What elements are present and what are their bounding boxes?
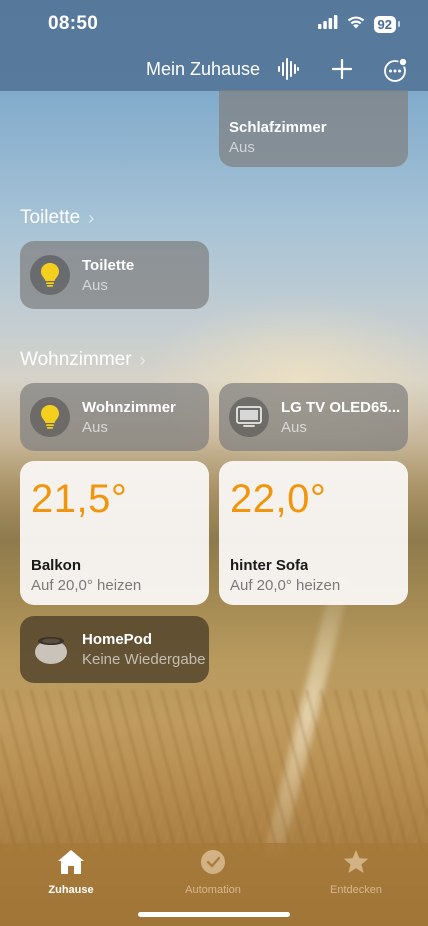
tile-status: Auf 20,0° heizen xyxy=(230,577,341,594)
tile-name: LG TV OLED65... xyxy=(281,399,401,416)
section-header-toilette[interactable]: Toilette › xyxy=(20,207,94,229)
tile-status: Auf 20,0° heizen xyxy=(31,577,142,594)
section-header-wohnzimmer[interactable]: Wohnzimmer › xyxy=(20,349,146,371)
tab-entdecken[interactable]: Entdecken xyxy=(306,848,406,896)
temperature-value: 21,5° xyxy=(31,477,128,521)
tab-label: Automation xyxy=(185,884,241,896)
tile-name: hinter Sofa xyxy=(230,557,309,574)
tile-name: Schlafzimmer xyxy=(229,119,327,136)
tab-bar: Zuhause Automation Entdecken xyxy=(0,843,428,926)
more-options-icon[interactable] xyxy=(383,57,409,83)
tab-automation[interactable]: Automation xyxy=(163,848,263,896)
page-title: Mein Zuhause xyxy=(146,59,261,79)
tab-label: Zuhause xyxy=(48,884,94,896)
tile-status: Aus xyxy=(82,277,108,294)
wifi-icon xyxy=(346,15,366,34)
cellular-signal-icon xyxy=(317,15,338,34)
tab-zuhause[interactable]: Zuhause xyxy=(21,848,121,896)
battery-indicator: 92 xyxy=(373,16,401,33)
accessory-tile-toilette[interactable]: Toilette Aus xyxy=(20,241,209,309)
intercom-waveform-icon[interactable] xyxy=(276,57,300,81)
status-bar: 08:50 92 xyxy=(0,0,428,50)
add-icon[interactable] xyxy=(330,57,354,81)
tile-status: Aus xyxy=(281,419,307,436)
accessory-tile-wohnzimmer[interactable]: Wohnzimmer Aus xyxy=(20,383,209,451)
tile-name: Wohnzimmer xyxy=(82,399,176,416)
accessory-tile-homepod[interactable]: HomePod Keine Wiedergabe xyxy=(20,616,209,683)
tv-icon xyxy=(229,397,269,437)
tile-status: Keine Wiedergabe xyxy=(82,651,206,668)
tile-status: Aus xyxy=(229,139,255,156)
accessory-tile-lg-tv[interactable]: LG TV OLED65... Aus xyxy=(219,383,408,451)
homepod-icon xyxy=(34,633,68,670)
tile-name: Balkon xyxy=(31,557,82,574)
status-icons: 92 xyxy=(317,15,401,34)
section-title: Wohnzimmer xyxy=(20,349,132,370)
thermostat-tile-balkon[interactable]: 21,5° Balkon Auf 20,0° heizen xyxy=(20,461,209,605)
nav-bar: 08:50 92 Mein Zuhause xyxy=(0,0,428,91)
tab-label: Entdecken xyxy=(330,884,382,896)
thermostat-tile-hinter-sofa[interactable]: 22,0° hinter Sofa Auf 20,0° heizen xyxy=(219,461,408,605)
section-title: Toilette xyxy=(20,207,81,228)
lightbulb-icon xyxy=(30,255,70,295)
tile-name: Toilette xyxy=(82,257,135,274)
tile-status: Aus xyxy=(82,419,108,436)
lightbulb-icon xyxy=(30,397,70,437)
accessory-tile-schlafzimmer[interactable]: Schlafzimmer Aus xyxy=(219,90,408,167)
chevron-right-icon: › xyxy=(139,349,146,370)
home-indicator xyxy=(138,912,290,917)
clock-icon xyxy=(199,850,227,880)
star-icon xyxy=(342,850,370,880)
chevron-right-icon: › xyxy=(88,207,95,228)
background-grass xyxy=(0,690,428,850)
house-icon xyxy=(56,850,86,880)
tile-name: HomePod xyxy=(82,631,153,648)
temperature-value: 22,0° xyxy=(230,477,327,521)
status-time: 08:50 xyxy=(48,13,99,34)
